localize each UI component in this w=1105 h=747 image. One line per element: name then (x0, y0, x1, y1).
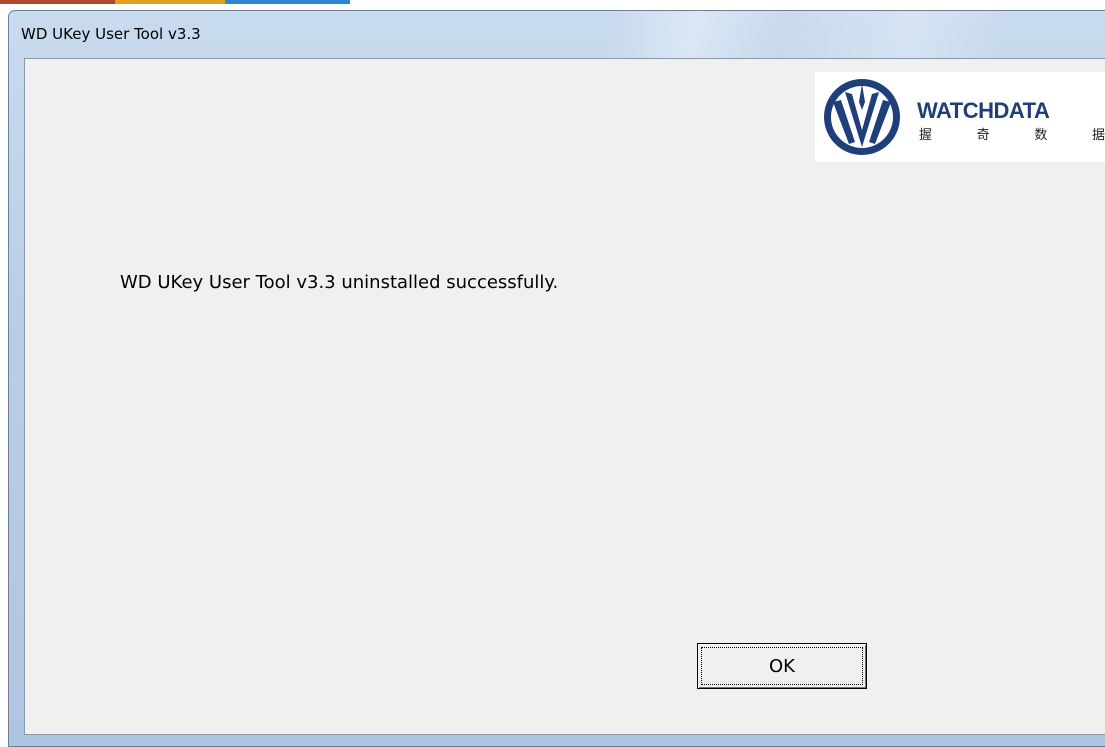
strip-segment-red (0, 0, 115, 4)
logo-char: 数 (1034, 128, 1048, 143)
window-title: WD UKey User Tool v3.3 (21, 25, 201, 43)
dialog-window: WD UKey User Tool v3.3 WATCHDATA 握 奇 数 据… (8, 10, 1105, 747)
success-message: WD UKey User Tool v3.3 uninstalled succe… (120, 272, 559, 293)
dialog-client-area: WATCHDATA 握 奇 数 据 WD UKey User Tool v3.3… (24, 58, 1105, 735)
logo-brand-text: WATCHDATA (917, 98, 1050, 123)
logo-char: 握 (919, 128, 933, 143)
ok-button[interactable]: OK (697, 643, 867, 689)
logo-char: 据 (1091, 128, 1105, 143)
desktop-color-strip (0, 0, 350, 4)
logo-char: 奇 (976, 128, 990, 143)
watchdata-logo: WATCHDATA 握 奇 数 据 (815, 72, 1105, 162)
strip-segment-orange (115, 0, 225, 4)
ok-button-label: OK (701, 647, 863, 685)
title-bar[interactable]: WD UKey User Tool v3.3 (9, 11, 1105, 57)
strip-segment-blue (225, 0, 350, 4)
watchdata-emblem-icon (824, 79, 900, 155)
logo-chinese-text: 握 奇 数 据 (919, 124, 1105, 143)
